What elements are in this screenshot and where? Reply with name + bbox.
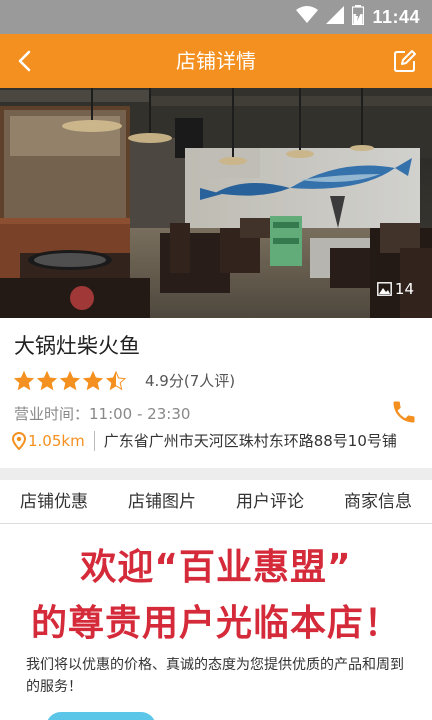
tab-user-reviews[interactable]: 用户评论 xyxy=(216,480,324,523)
page-title: 店铺详情 xyxy=(176,49,256,73)
tab-bar: 店铺优惠 店铺图片 用户评论 商家信息 xyxy=(0,480,432,524)
section-gap xyxy=(0,468,432,480)
call-button[interactable] xyxy=(390,398,418,426)
status-bar: 11:44 xyxy=(0,0,432,34)
promo-description: 我们将以优惠的价格、真诚的态度为您提供优质的产品和周到的服务！ xyxy=(26,657,404,695)
photo-count: 14 xyxy=(377,280,414,298)
wifi-icon xyxy=(296,6,319,28)
nav-bar: 店铺详情 xyxy=(0,34,432,88)
image-icon xyxy=(377,282,392,296)
star-icon xyxy=(37,370,57,390)
rating-stars xyxy=(14,370,129,391)
battery-icon xyxy=(352,5,365,29)
promo-action-button[interactable] xyxy=(46,712,156,720)
distance: 1.05km xyxy=(28,431,85,450)
shop-name: 大锅灶柴火鱼 xyxy=(14,334,140,358)
edit-icon xyxy=(394,50,416,72)
star-icon xyxy=(83,370,103,390)
edit-button[interactable] xyxy=(390,46,420,76)
divider xyxy=(93,430,95,451)
rating-text: 4.9分(7人评) xyxy=(145,372,236,390)
star-icon xyxy=(14,370,34,390)
location-pin-icon xyxy=(12,431,26,450)
star-icon xyxy=(106,370,126,390)
shop-info: 大锅灶柴火鱼 4.9分(7人评) 营业时间：11:00 - 23:30 1.05… xyxy=(0,318,432,468)
tab-shop-offers[interactable]: 店铺优惠 xyxy=(0,480,108,523)
promo-section: 欢迎“百业惠盟” 的尊贵用户光临本店！ 我们将以优惠的价格、真诚的态度为您提供优… xyxy=(0,524,432,720)
location-row[interactable]: 1.05km 广东省广州市天河区珠村东环路88号10号铺 xyxy=(12,430,397,451)
rating-row: 4.9分(7人评) xyxy=(14,370,235,391)
promo-headline-1: 欢迎“百业惠盟” xyxy=(80,547,352,588)
tab-merchant-info[interactable]: 商家信息 xyxy=(324,480,432,523)
restaurant-interior-image xyxy=(0,88,432,318)
signal-icon xyxy=(326,6,345,28)
business-hours: 营业时间：11:00 - 23:30 xyxy=(14,405,191,423)
phone-icon xyxy=(393,401,415,423)
status-time: 11:44 xyxy=(372,6,420,27)
shop-photo[interactable]: 14 xyxy=(0,88,432,318)
status-icons: 11:44 xyxy=(296,5,420,29)
star-icon xyxy=(60,370,80,390)
tab-shop-photos[interactable]: 店铺图片 xyxy=(108,480,216,523)
address: 广东省广州市天河区珠村东环路88号10号铺 xyxy=(103,432,397,450)
photo-count-value: 14 xyxy=(394,280,414,298)
promo-headline-2: 的尊贵用户光临本店！ xyxy=(30,603,401,644)
